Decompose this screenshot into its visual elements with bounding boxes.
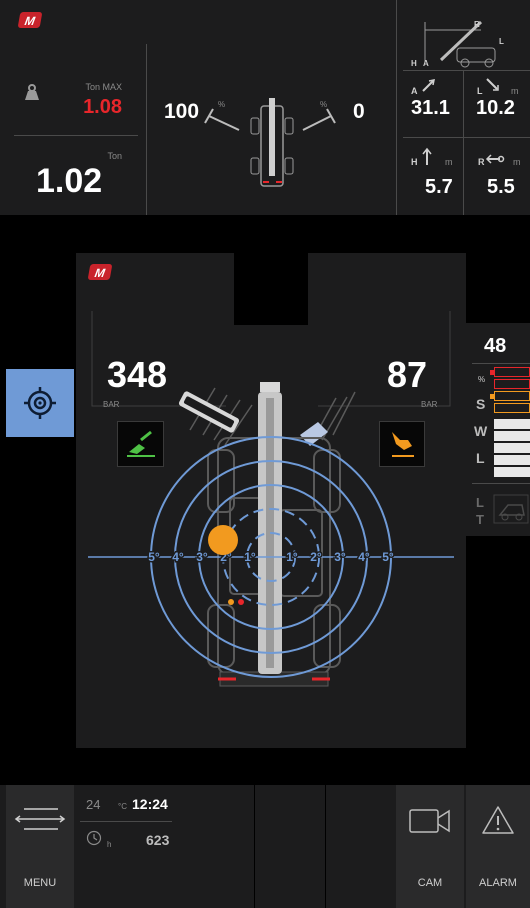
load-gauge-letter-w: W (474, 423, 488, 439)
status-info: 24 °C 12:24 h 623 (76, 785, 254, 908)
load-gauge-value: 48 (484, 335, 507, 357)
menu-icon (14, 808, 66, 830)
camera-icon (409, 809, 450, 833)
level-bubble (208, 525, 238, 555)
ring-label-left-3: 3° (196, 550, 208, 564)
camera-label: CAM (417, 877, 443, 889)
empty-slot-2[interactable] (326, 785, 394, 908)
gauge-bar-white-2 (494, 431, 530, 441)
load-gauge-divider (472, 363, 530, 364)
ring-label-left-5: 1° (244, 550, 256, 564)
alarm-button[interactable]: ALARM (466, 785, 530, 908)
ring-label-right-1: 1° (286, 550, 298, 564)
gauge-bar-orange-2 (494, 403, 530, 413)
gauge-bar-white-3 (494, 443, 530, 453)
ring-label-right-5: 5° (382, 550, 394, 564)
ring-label-right-4: 4° (358, 550, 370, 564)
gauge-marker-orange (490, 394, 494, 399)
empty-slot-1[interactable] (255, 785, 325, 908)
menu-button[interactable]: MENU (6, 785, 74, 908)
ring-label-right-2: 2° (310, 550, 322, 564)
load-gauge-percent: % (478, 375, 486, 384)
camera-button[interactable]: CAM (396, 785, 464, 908)
ring-label-left-1: 5° (148, 550, 160, 564)
alarm-warning-icon (482, 806, 514, 834)
temperature-unit: °C (118, 802, 127, 811)
hours-unit: h (107, 840, 112, 849)
hours-value: 623 (146, 832, 170, 848)
level-indicator: 5° 4° 3° 2° 1° 1° 2° 3° 4° 5° (88, 382, 454, 687)
limit-letter-l: L (476, 495, 484, 510)
gauge-bar-orange-1 (494, 391, 530, 401)
temperature-value: 24 (86, 797, 101, 812)
gauge-bar-red-1 (494, 367, 530, 377)
load-gauge-letter-s: S (476, 396, 486, 412)
load-gauge-panel: 48 % S W L L T (466, 323, 530, 536)
status-divider (80, 821, 172, 822)
gauge-bar-white-1 (494, 419, 530, 429)
ring-label-right-3: 3° (334, 550, 346, 564)
gauge-bar-white-4 (494, 455, 530, 465)
clock-time: 12:24 (132, 796, 168, 812)
gauge-bar-red-2 (494, 379, 530, 389)
menu-label: MENU (23, 877, 57, 889)
limit-letter-t: T (476, 512, 484, 527)
load-gauge-letter-l: L (476, 450, 485, 466)
hourmeter-clock-icon (86, 830, 102, 846)
ring-label-left-2: 4° (172, 550, 184, 564)
load-gauge-divider-2 (472, 483, 530, 484)
gauge-bar-white-5 (494, 467, 530, 477)
telehandler-small-icon (493, 494, 529, 524)
alarm-label: ALARM (479, 877, 517, 889)
gauge-marker-red (490, 370, 494, 375)
